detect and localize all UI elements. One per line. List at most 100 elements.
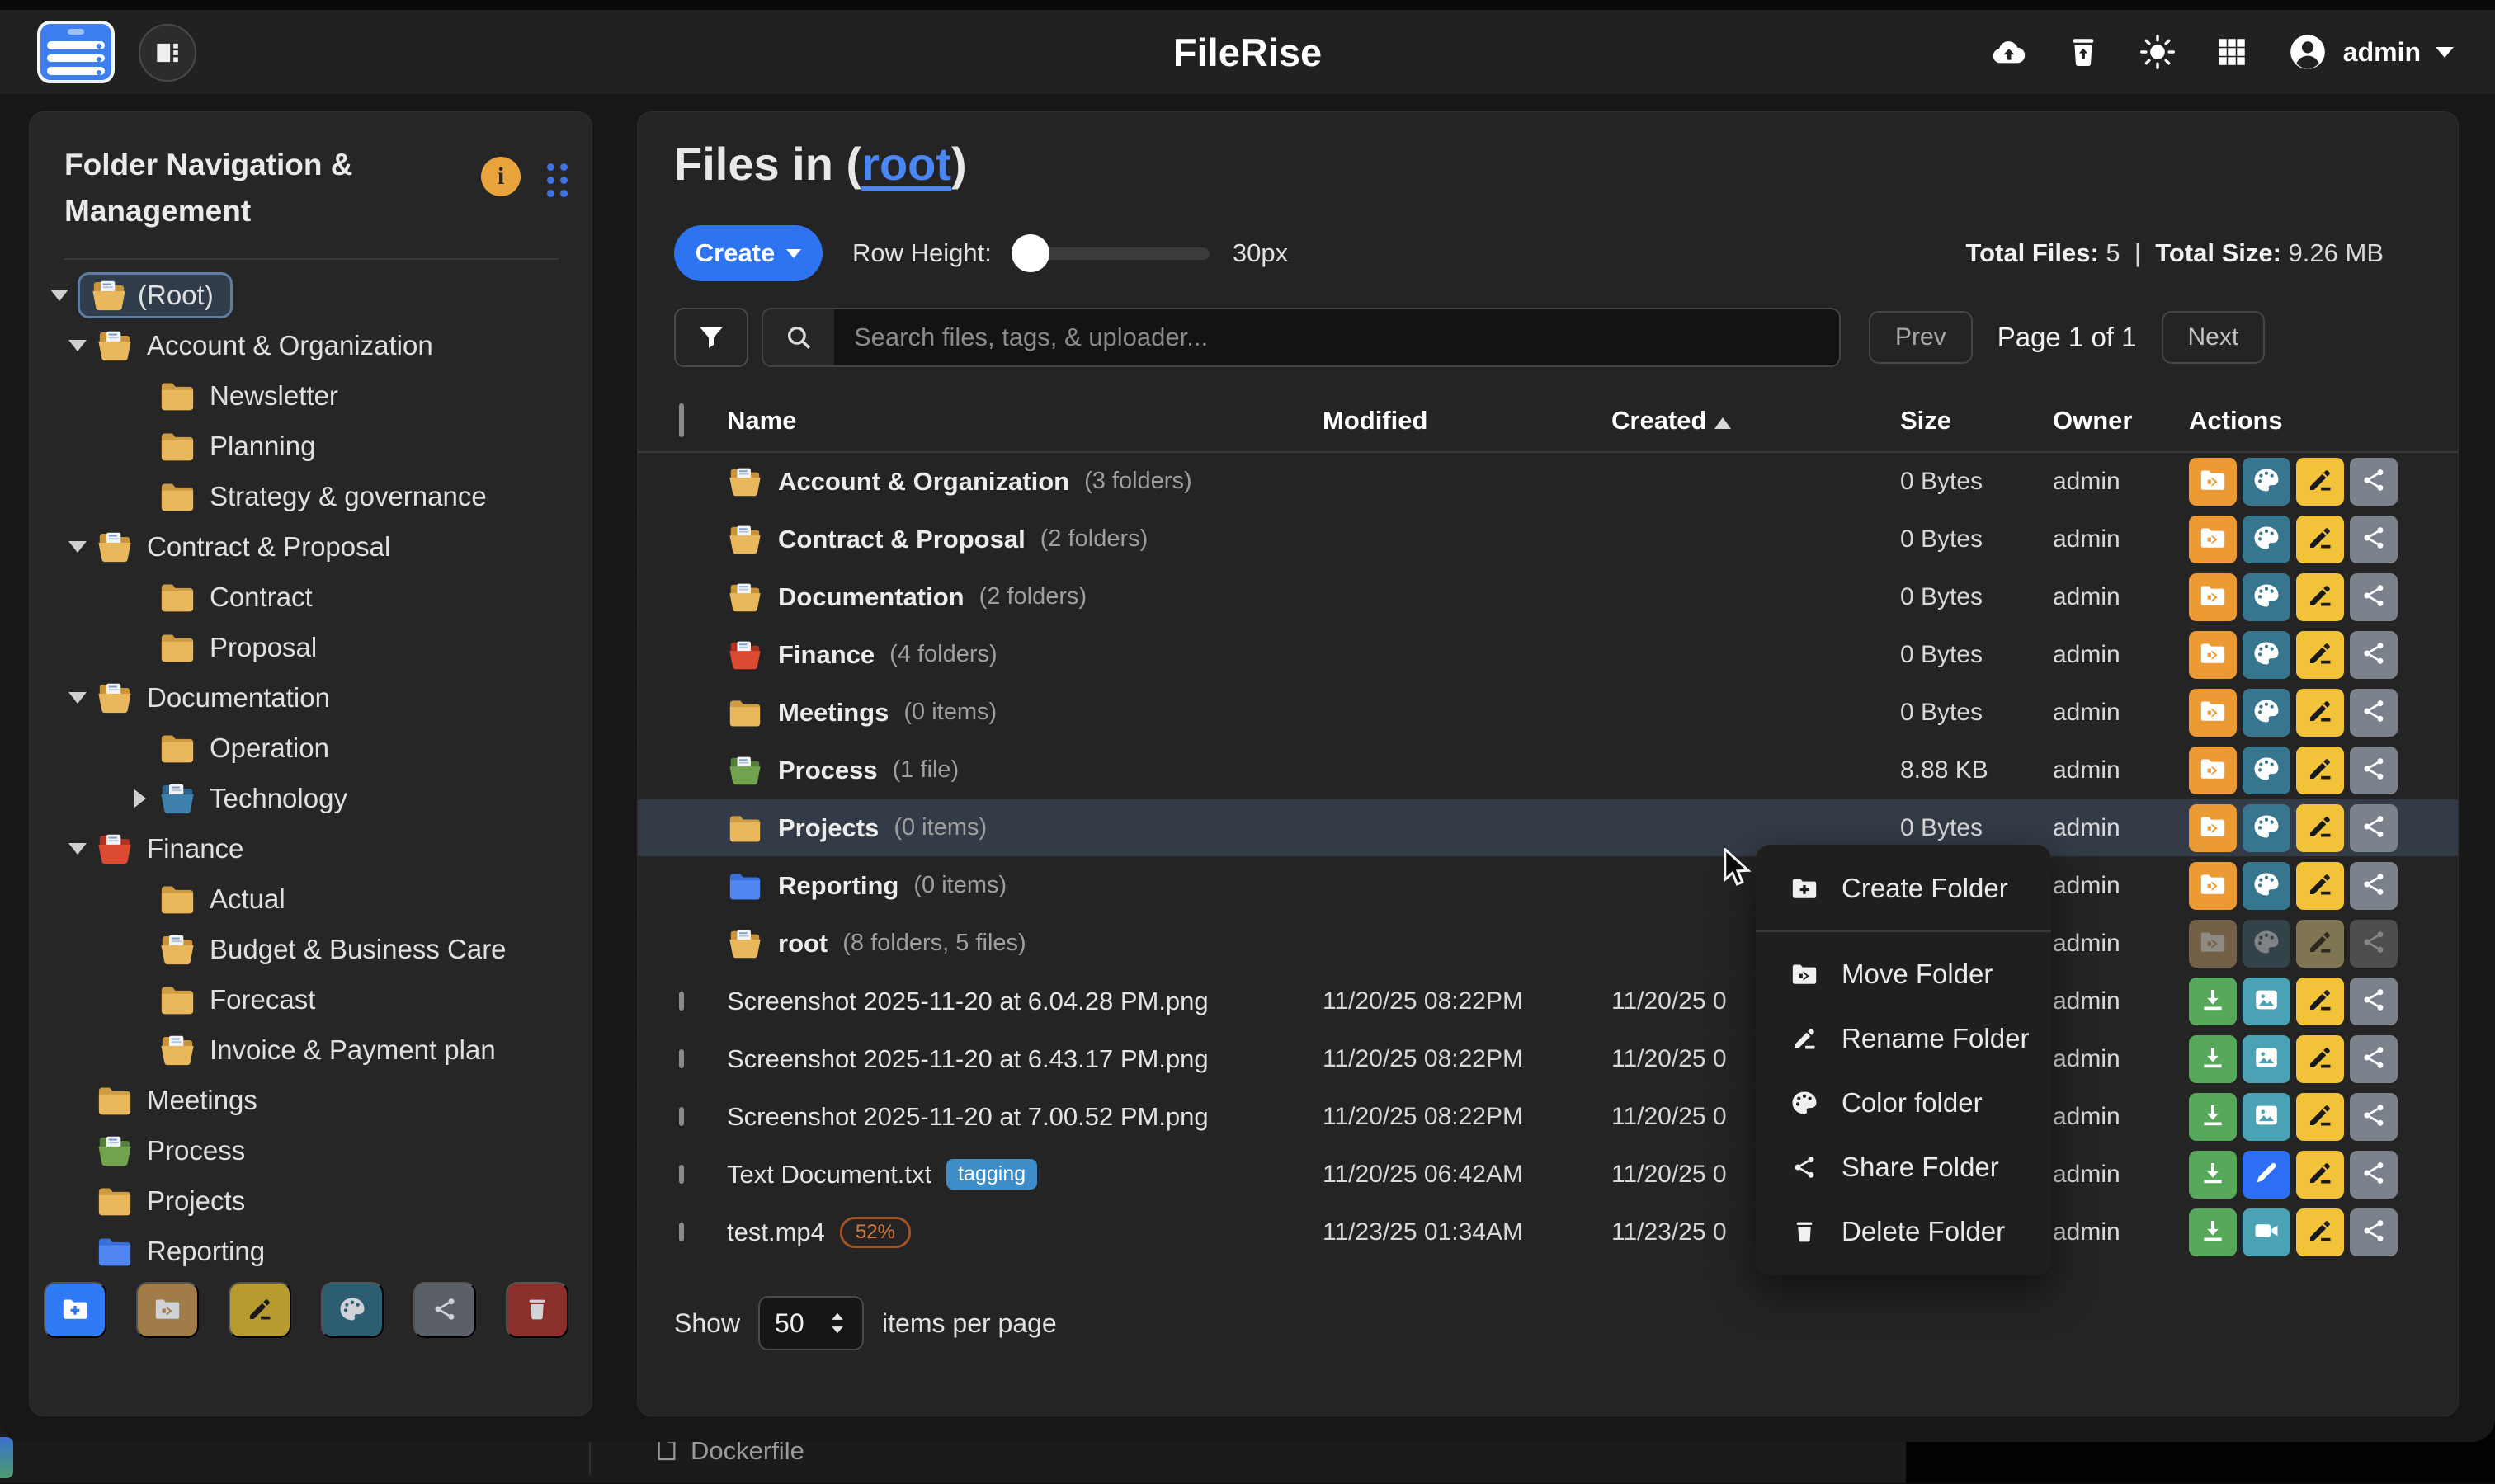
caret-down-icon[interactable] — [59, 843, 96, 855]
palette-action-button[interactable] — [2243, 573, 2290, 621]
download-action-button[interactable] — [2189, 1035, 2237, 1083]
share-action-button[interactable] — [2350, 631, 2398, 679]
image-action-button[interactable] — [2243, 978, 2290, 1025]
rename-action-button[interactable] — [2296, 516, 2344, 563]
share-action-button[interactable] — [2350, 804, 2398, 852]
selected-folder-pill[interactable]: (Root) — [78, 272, 233, 318]
table-row-screenshot-2025-11-20-at-6-43-17-pm-png[interactable]: Screenshot 2025-11-20 at 6.43.17 PM.png1… — [638, 1030, 2458, 1088]
palette-action-button[interactable] — [2243, 920, 2290, 968]
prev-page-button[interactable]: Prev — [1869, 311, 1973, 364]
column-owner[interactable]: Owner — [2053, 406, 2189, 436]
select-all-checkbox[interactable] — [679, 403, 684, 437]
drag-handle-icon[interactable] — [547, 163, 568, 198]
edit-action-button[interactable] — [2243, 1151, 2290, 1199]
menu-item-create-folder[interactable]: Create Folder — [1756, 856, 2051, 921]
move-folder-button[interactable] — [136, 1282, 199, 1338]
palette-action-button[interactable] — [2243, 516, 2290, 563]
tree-item-proposal[interactable]: Proposal — [30, 622, 592, 672]
table-row-documentation[interactable]: Documentation(2 folders)0 Bytesadmin — [638, 568, 2458, 626]
item-name[interactable]: Text Document.txt — [727, 1160, 931, 1190]
share-action-button[interactable] — [2350, 1151, 2398, 1199]
caret-down-icon[interactable] — [59, 692, 96, 704]
rename-action-button[interactable] — [2296, 689, 2344, 737]
palette-action-button[interactable] — [2243, 804, 2290, 852]
download-action-button[interactable] — [2189, 1208, 2237, 1256]
column-size[interactable]: Size — [1900, 406, 2053, 436]
rename-folder-button[interactable] — [229, 1282, 291, 1338]
download-action-button[interactable] — [2189, 978, 2237, 1025]
share-action-button[interactable] — [2350, 573, 2398, 621]
download-action-button[interactable] — [2189, 1151, 2237, 1199]
item-name[interactable]: Screenshot 2025-11-20 at 6.04.28 PM.png — [727, 987, 1209, 1016]
tree-item-planning[interactable]: Planning — [30, 421, 592, 471]
table-row-reporting[interactable]: Reporting(0 items)admin — [638, 857, 2458, 915]
move-action-button[interactable] — [2189, 862, 2237, 910]
tree-item-documentation[interactable]: Documentation — [30, 672, 592, 723]
share-action-button[interactable] — [2350, 978, 2398, 1025]
move-action-button[interactable] — [2189, 804, 2237, 852]
row-checkbox[interactable] — [679, 1165, 684, 1184]
item-name[interactable]: Meetings — [778, 698, 889, 728]
rename-action-button[interactable] — [2296, 1208, 2344, 1256]
move-action-button[interactable] — [2189, 631, 2237, 679]
move-action-button[interactable] — [2189, 458, 2237, 506]
rename-action-button[interactable] — [2296, 747, 2344, 794]
row-checkbox[interactable] — [679, 1049, 684, 1068]
root-breadcrumb-link[interactable]: root — [861, 138, 951, 190]
table-row-screenshot-2025-11-20-at-7-00-52-pm-png[interactable]: Screenshot 2025-11-20 at 7.00.52 PM.png1… — [638, 1088, 2458, 1146]
color-folder-button[interactable] — [321, 1282, 384, 1338]
items-per-page-select[interactable]: 50 — [758, 1296, 864, 1350]
tree-item-newsletter[interactable]: Newsletter — [30, 370, 592, 421]
table-row-finance[interactable]: Finance(4 folders)0 Bytesadmin — [638, 626, 2458, 684]
image-action-button[interactable] — [2243, 1093, 2290, 1141]
item-name[interactable]: Screenshot 2025-11-20 at 7.00.52 PM.png — [727, 1102, 1209, 1132]
rename-action-button[interactable] — [2296, 631, 2344, 679]
download-action-button[interactable] — [2189, 1093, 2237, 1141]
user-menu[interactable]: admin — [2287, 31, 2454, 73]
item-name[interactable]: Documentation — [778, 582, 965, 612]
tree-item-contract[interactable]: Contract — [30, 572, 592, 622]
column-modified[interactable]: Modified — [1323, 406, 1611, 436]
menu-item-rename-folder[interactable]: Rename Folder — [1756, 1006, 2051, 1071]
item-name[interactable]: Process — [778, 756, 878, 785]
column-name[interactable]: Name — [727, 406, 1323, 436]
move-action-button[interactable] — [2189, 920, 2237, 968]
menu-item-delete-folder[interactable]: Delete Folder — [1756, 1199, 2051, 1264]
palette-action-button[interactable] — [2243, 862, 2290, 910]
palette-action-button[interactable] — [2243, 747, 2290, 794]
caret-right-icon[interactable] — [122, 789, 158, 808]
table-row-meetings[interactable]: Meetings(0 items)0 Bytesadmin — [638, 684, 2458, 742]
row-height-slider[interactable] — [1012, 247, 1210, 260]
move-action-button[interactable] — [2189, 747, 2237, 794]
create-button[interactable]: Create — [674, 225, 823, 281]
row-checkbox[interactable] — [679, 992, 684, 1011]
video-action-button[interactable] — [2243, 1208, 2290, 1256]
info-icon[interactable]: i — [481, 157, 521, 196]
row-checkbox[interactable] — [679, 1223, 684, 1241]
upload-cloud-icon[interactable] — [1990, 33, 2028, 71]
menu-item-move-folder[interactable]: Move Folder — [1756, 942, 2051, 1006]
image-action-button[interactable] — [2243, 1035, 2290, 1083]
rename-action-button[interactable] — [2296, 804, 2344, 852]
table-row-screenshot-2025-11-20-at-6-04-28-pm-png[interactable]: Screenshot 2025-11-20 at 6.04.28 PM.png1… — [638, 973, 2458, 1030]
move-action-button[interactable] — [2189, 573, 2237, 621]
tree-item-projects[interactable]: Projects — [30, 1175, 592, 1226]
palette-action-button[interactable] — [2243, 458, 2290, 506]
palette-action-button[interactable] — [2243, 631, 2290, 679]
rename-action-button[interactable] — [2296, 978, 2344, 1025]
row-checkbox[interactable] — [679, 1107, 684, 1126]
rename-action-button[interactable] — [2296, 573, 2344, 621]
move-action-button[interactable] — [2189, 689, 2237, 737]
table-row-text-document-txt[interactable]: Text Document.txttagging11/20/25 06:42AM… — [638, 1146, 2458, 1204]
share-action-button[interactable] — [2350, 1093, 2398, 1141]
item-name[interactable]: Contract & Proposal — [778, 525, 1026, 554]
next-page-button[interactable]: Next — [2162, 311, 2266, 364]
theme-sun-icon[interactable] — [2139, 33, 2177, 71]
share-action-button[interactable] — [2350, 1208, 2398, 1256]
caret-down-icon[interactable] — [59, 340, 96, 351]
table-row-projects[interactable]: Projects(0 items)0 Bytesadmin — [638, 799, 2458, 857]
item-name[interactable]: Screenshot 2025-11-20 at 6.43.17 PM.png — [727, 1044, 1209, 1074]
tree-item-finance[interactable]: Finance — [30, 823, 592, 874]
share-action-button[interactable] — [2350, 516, 2398, 563]
tree-item-invoice-payment-plan[interactable]: Invoice & Payment plan — [30, 1025, 592, 1075]
